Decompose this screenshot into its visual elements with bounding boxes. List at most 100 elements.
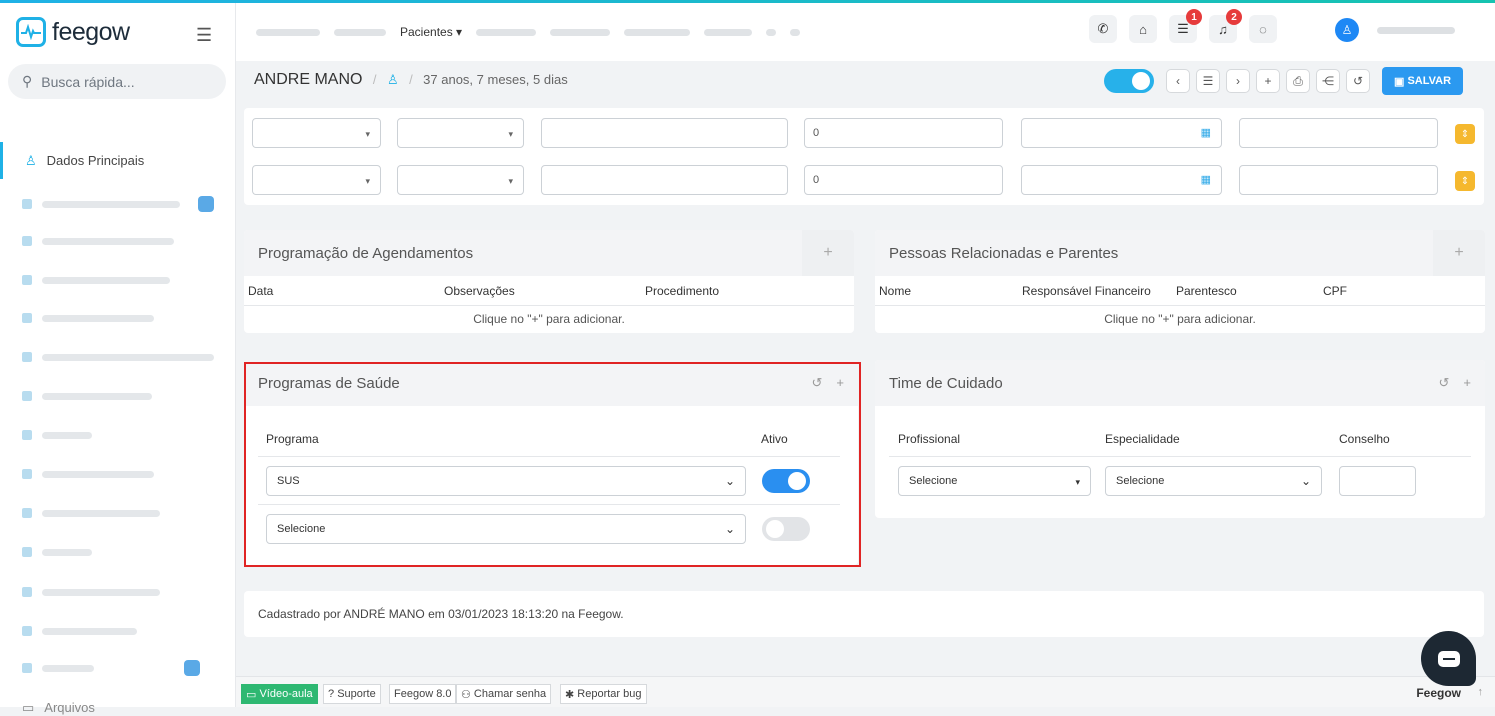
search-icon: ⚲ bbox=[22, 73, 33, 89]
subtype-select[interactable]: ▾ bbox=[397, 165, 524, 195]
type-select[interactable]: ▾ bbox=[252, 165, 381, 195]
number-field[interactable]: 0 bbox=[804, 118, 1003, 148]
nav-item-blurred[interactable] bbox=[476, 28, 537, 36]
menu-toggle-icon[interactable]: ☰ bbox=[196, 25, 212, 46]
user-avatar[interactable]: ♙ bbox=[1335, 18, 1359, 42]
support-button[interactable]: ? Suporte bbox=[323, 684, 381, 704]
sidebar-item-blurred[interactable] bbox=[22, 583, 160, 601]
column-header: Parentesco bbox=[1176, 283, 1237, 298]
quick-search-input[interactable]: ⚲ Busca rápida... bbox=[8, 64, 226, 99]
video-icon: ▭ bbox=[246, 688, 260, 701]
video-aula-button[interactable]: ▭ Vídeo-aula bbox=[241, 684, 318, 704]
sidebar-item-blurred[interactable] bbox=[22, 309, 154, 327]
count-badge bbox=[184, 660, 200, 676]
item-icon bbox=[22, 352, 32, 362]
sidebar-item-blurred[interactable] bbox=[22, 659, 200, 677]
nav-item-blurred[interactable] bbox=[766, 28, 777, 36]
card-title: Pessoas Relacionadas e Parentes bbox=[889, 244, 1119, 262]
text-field[interactable] bbox=[541, 165, 788, 195]
print-button[interactable]: ⎙ bbox=[1286, 69, 1310, 93]
conselho-field[interactable] bbox=[1339, 466, 1416, 496]
pulse-icon bbox=[16, 17, 46, 47]
especialidade-select[interactable]: Selecione ⌄ bbox=[1105, 466, 1322, 496]
blurred-label bbox=[42, 664, 94, 672]
type-select[interactable]: ▾ bbox=[252, 118, 381, 148]
item-icon bbox=[22, 587, 32, 597]
count-badge bbox=[198, 196, 214, 212]
report-bug-button[interactable]: ✱ Reportar bug bbox=[560, 684, 647, 704]
share-button[interactable]: ⋲ bbox=[1316, 69, 1340, 93]
blurred-label bbox=[42, 431, 92, 439]
sidebar-item-arquivos[interactable]: ▭ Arquivos bbox=[22, 700, 95, 716]
add-icon[interactable]: + bbox=[1433, 230, 1485, 276]
sidebar-item-blurred[interactable] bbox=[22, 348, 214, 366]
user-icon: ♙ bbox=[25, 152, 37, 168]
add-icon[interactable]: + bbox=[802, 230, 854, 276]
main-nav: Pacientes ▾ bbox=[256, 25, 801, 39]
sidebar-item-blurred[interactable] bbox=[22, 622, 137, 640]
phone-icon[interactable]: ✆ bbox=[1089, 15, 1117, 43]
expand-icon[interactable]: ⇕ bbox=[1455, 171, 1475, 191]
page-controls: ‹ ☰ › + ⎙ ⋲ ↺ ▣ SALVAR bbox=[1104, 67, 1464, 95]
logo[interactable]: feegow bbox=[16, 17, 130, 47]
contacts-rows-card: ▾ ▾ 0 ▦ ⇕ ▾ ▾ 0 ▦ ⇕ bbox=[244, 108, 1484, 205]
nav-item-pacientes[interactable]: Pacientes ▾ bbox=[400, 25, 462, 39]
profissional-select[interactable]: Selecione ▾ bbox=[898, 466, 1091, 496]
column-header: Responsável Financeiro bbox=[1022, 283, 1151, 298]
sidebar-item-dados-principais[interactable]: ♙ Dados Principais bbox=[0, 142, 236, 179]
nav-item-blurred[interactable] bbox=[256, 28, 320, 36]
chamar-senha-button[interactable]: ⚇ Chamar senha bbox=[456, 684, 552, 704]
text-field[interactable] bbox=[541, 118, 788, 148]
add-button[interactable]: + bbox=[1256, 69, 1280, 93]
column-header: Procedimento bbox=[645, 283, 720, 298]
sidebar-item-blurred[interactable] bbox=[22, 543, 92, 561]
tasks-icon[interactable]: ☰ 1 bbox=[1169, 9, 1202, 43]
card-header: Time de Cuidado ↺ + bbox=[875, 360, 1485, 406]
sidebar-item-blurred[interactable] bbox=[22, 195, 214, 213]
nav-item-blurred[interactable] bbox=[550, 28, 611, 36]
sidebar-item-blurred[interactable] bbox=[22, 504, 160, 522]
user-name-blurred[interactable] bbox=[1377, 27, 1455, 34]
nav-item-blurred[interactable] bbox=[704, 28, 753, 36]
chat-icon[interactable]: ◌ bbox=[1249, 15, 1277, 43]
sidebar-item-blurred[interactable] bbox=[22, 271, 170, 289]
blurred-label bbox=[42, 470, 154, 478]
next-button[interactable]: › bbox=[1226, 69, 1250, 93]
history-icon[interactable]: ↺ bbox=[1439, 375, 1450, 391]
subtype-select[interactable]: ▾ bbox=[397, 118, 524, 148]
item-icon bbox=[22, 430, 32, 440]
chat-widget-button[interactable] bbox=[1421, 631, 1476, 686]
nav-item-blurred[interactable] bbox=[790, 28, 801, 36]
date-field[interactable]: ▦ bbox=[1021, 118, 1222, 148]
prev-button[interactable]: ‹ bbox=[1166, 69, 1190, 93]
number-field[interactable]: 0 bbox=[804, 165, 1003, 195]
text-field-2[interactable] bbox=[1239, 118, 1438, 148]
save-button[interactable]: ▣ SALVAR bbox=[1382, 67, 1464, 95]
scroll-up-icon[interactable]: ↑ bbox=[1478, 686, 1484, 698]
calendar-icon[interactable]: ▦ bbox=[1201, 126, 1211, 139]
add-icon[interactable]: + bbox=[1463, 375, 1471, 391]
sidebar-item-blurred[interactable] bbox=[22, 426, 92, 444]
history-button[interactable]: ↺ bbox=[1346, 69, 1370, 93]
list-button[interactable]: ☰ bbox=[1196, 69, 1220, 93]
expand-icon[interactable]: ⇕ bbox=[1455, 124, 1475, 144]
sidebar-item-blurred[interactable] bbox=[22, 232, 174, 250]
blurred-label bbox=[42, 548, 92, 556]
inbox-icon[interactable]: ⌂ bbox=[1129, 15, 1157, 43]
sidebar-item-blurred[interactable] bbox=[22, 387, 152, 405]
text-field-2[interactable] bbox=[1239, 165, 1438, 195]
bell-icon[interactable]: ♫ 2 bbox=[1209, 9, 1242, 43]
view-toggle[interactable] bbox=[1104, 69, 1154, 93]
column-header: Especialidade bbox=[1105, 432, 1180, 446]
nav-item-blurred[interactable] bbox=[624, 28, 691, 36]
sidebar-item-label: Dados Principais bbox=[46, 153, 145, 168]
date-field[interactable]: ▦ bbox=[1021, 165, 1222, 195]
chevron-down-icon: ⌄ bbox=[1300, 474, 1311, 488]
nav-item-blurred[interactable] bbox=[334, 28, 386, 36]
blurred-label bbox=[42, 314, 154, 322]
blurred-label bbox=[42, 392, 152, 400]
empty-message: Clique no "+" para adicionar. bbox=[1104, 312, 1256, 326]
item-icon bbox=[22, 469, 32, 479]
calendar-icon[interactable]: ▦ bbox=[1201, 173, 1211, 186]
sidebar-item-blurred[interactable] bbox=[22, 465, 154, 483]
